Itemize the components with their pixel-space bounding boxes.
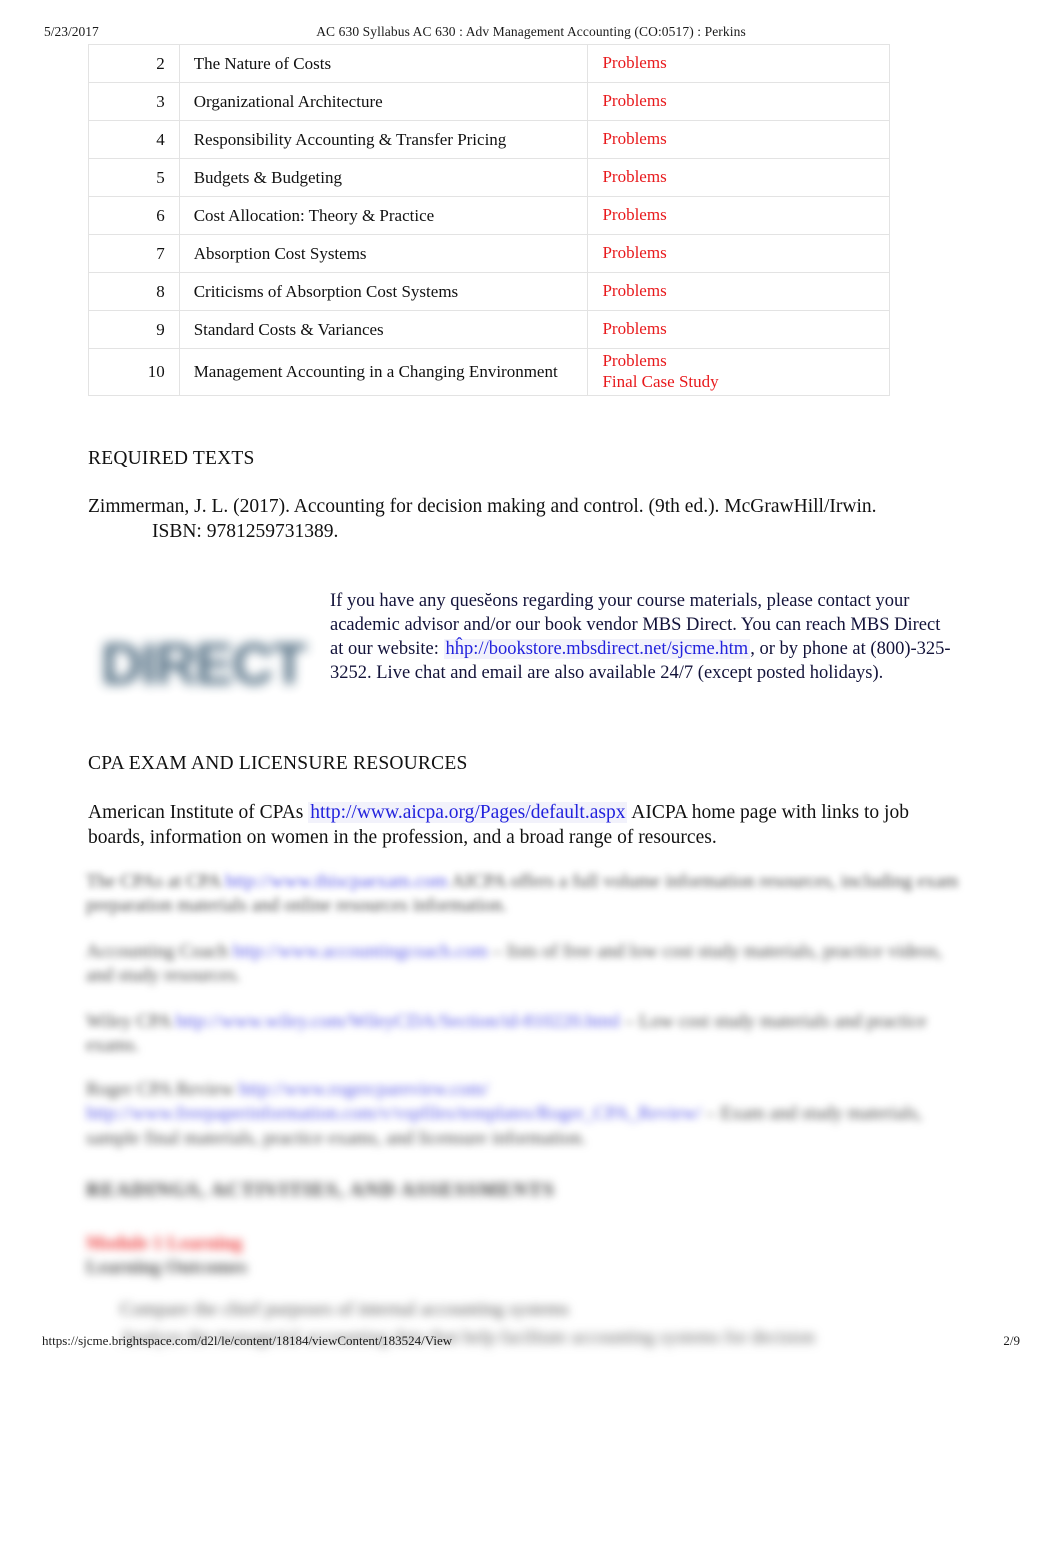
aicpa-link[interactable]: http://www.aicpa.org/Pages/default.aspx: [308, 802, 628, 823]
document-page: 5/23/2017 AC 630 Syllabus AC 630 : Adv M…: [0, 0, 1062, 1556]
blurred-p4-link-2[interactable]: http://www.freepaperinformation.com/v/vs…: [86, 1103, 701, 1124]
table-row: 8 Criticisms of Absorption Cost Systems …: [88, 272, 890, 311]
row-assignment: Problems: [587, 310, 890, 349]
row-topic: Responsibility Accounting & Transfer Pri…: [178, 120, 589, 159]
mbs-direct-logo-text: DIRECT: [101, 631, 307, 697]
required-texts-citation: Zimmerman, J. L. (2017). Accounting for …: [88, 494, 968, 545]
citation-line-1: Zimmerman, J. L. (2017). Accounting for …: [88, 496, 877, 517]
row-assignment: Problems: [587, 158, 890, 197]
row-module-number: 7: [88, 234, 180, 273]
row-topic: Criticisms of Absorption Cost Systems: [178, 272, 589, 311]
row-topic: The Nature of Costs: [178, 44, 589, 83]
blurred-paragraph-2: Accounting Coach http://www.accountingco…: [86, 940, 966, 989]
header-title: AC 630 Syllabus AC 630 : Adv Management …: [316, 24, 746, 39]
blurred-module-title: Module 1 Learning: [86, 1233, 243, 1254]
table-row: 10 Management Accounting in a Changing E…: [88, 348, 890, 396]
table-row: 4 Responsibility Accounting & Transfer P…: [88, 120, 890, 159]
document-header: 5/23/2017 AC 630 Syllabus AC 630 : Adv M…: [0, 24, 1062, 42]
cpa-resources-heading: CPA EXAM AND LICENSURE RESOURCES: [88, 753, 468, 774]
mbs-bookstore-link[interactable]: hĥp://bookstore.mbsdirect.net/sjcme.htm: [443, 638, 751, 659]
row-topic: Absorption Cost Systems: [178, 234, 589, 273]
blurred-p3-link[interactable]: http://www.wiley.com/WileyCDA/Section/id…: [175, 1011, 620, 1032]
table-row: 9 Standard Costs & Variances Problems: [88, 310, 890, 349]
required-texts-heading: REQUIRED TEXTS: [88, 448, 255, 469]
row-module-number: 6: [88, 196, 180, 235]
blurred-p1-link[interactable]: http://www.thiscpaexam.com: [225, 871, 448, 892]
row-assignment-secondary: Final Case Study: [602, 372, 719, 391]
row-topic: Organizational Architecture: [178, 82, 589, 121]
row-module-number: 5: [88, 158, 180, 197]
document-footer: https://sjcme.brightspace.com/d2l/le/con…: [0, 1333, 1062, 1351]
citation-line-2: ISBN: 9781259731389.: [152, 521, 339, 543]
row-assignment: Problems Final Case Study: [587, 348, 890, 396]
row-assignment: Problems: [587, 44, 890, 83]
blurred-subheading: Learning Outcomes: [86, 1257, 247, 1278]
row-assignment: Problems: [587, 234, 890, 273]
row-topic: Standard Costs & Variances: [178, 310, 589, 349]
schedule-table-body: 2 The Nature of Costs Problems 3 Organiz…: [88, 44, 890, 396]
blurred-section-heading: READINGS, ACTIVITIES, AND ASSESSMENTS: [86, 1179, 555, 1201]
table-row: 3 Organizational Architecture Problems: [88, 82, 890, 121]
blurred-list-item-1: Compare the chief purposes of internal a…: [120, 1299, 570, 1320]
row-topic: Management Accounting in a Changing Envi…: [178, 348, 589, 396]
aicpa-line-prefix: American Institute of CPAs: [88, 802, 309, 823]
blurred-p3-prefix: Wiley CPA: [86, 1011, 176, 1032]
row-module-number: 4: [88, 120, 180, 159]
table-row: 7 Absorption Cost Systems Problems: [88, 234, 890, 273]
blurred-paragraph-3: Wiley CPA http://www.wiley.com/WileyCDA/…: [86, 1010, 966, 1059]
course-schedule-table: 2 The Nature of Costs Problems 3 Organiz…: [88, 44, 890, 396]
blurred-p4-link[interactable]: http://www.rogercpareview.com/: [239, 1079, 489, 1100]
mbs-direct-paragraph: If you have any quesĕons regarding your …: [330, 590, 958, 685]
table-row: 5 Budgets & Budgeting Problems: [88, 158, 890, 197]
footer-source-url: https://sjcme.brightspace.com/d2l/le/con…: [42, 1333, 453, 1348]
row-module-number: 9: [88, 310, 180, 349]
row-topic: Cost Allocation: Theory & Practice: [178, 196, 589, 235]
footer-page-number: 2/9: [1003, 1333, 1020, 1348]
table-row: 2 The Nature of Costs Problems: [88, 44, 890, 83]
table-row: 6 Cost Allocation: Theory & Practice Pro…: [88, 196, 890, 235]
blurred-p2-prefix: Accounting Coach: [86, 941, 233, 962]
row-module-number: 10: [88, 348, 180, 396]
blurred-p1-prefix: The CPAs at CPA: [86, 871, 226, 892]
row-module-number: 8: [88, 272, 180, 311]
blurred-p2-link[interactable]: http://www.accountingcoach.com: [233, 941, 488, 962]
row-topic: Budgets & Budgeting: [178, 158, 589, 197]
cpa-aicpa-paragraph: American Institute of CPAs http://www.ai…: [88, 800, 968, 851]
row-assignment: Problems: [587, 120, 890, 159]
row-assignment: Problems: [587, 82, 890, 121]
blurred-paragraph-4: Roger CPA Review http://www.rogercparevi…: [86, 1078, 966, 1151]
row-assignment: Problems: [587, 196, 890, 235]
row-assignment-primary: Problems: [602, 351, 667, 371]
blurred-paragraph-1: The CPAs at CPA http://www.thiscpaexam.c…: [86, 870, 966, 919]
row-module-number: 3: [88, 82, 180, 121]
mbs-direct-logo: DIRECT: [95, 618, 311, 710]
row-module-number: 2: [88, 44, 180, 83]
row-assignment: Problems: [587, 272, 890, 311]
blurred-p4-prefix: Roger CPA Review: [86, 1079, 239, 1100]
